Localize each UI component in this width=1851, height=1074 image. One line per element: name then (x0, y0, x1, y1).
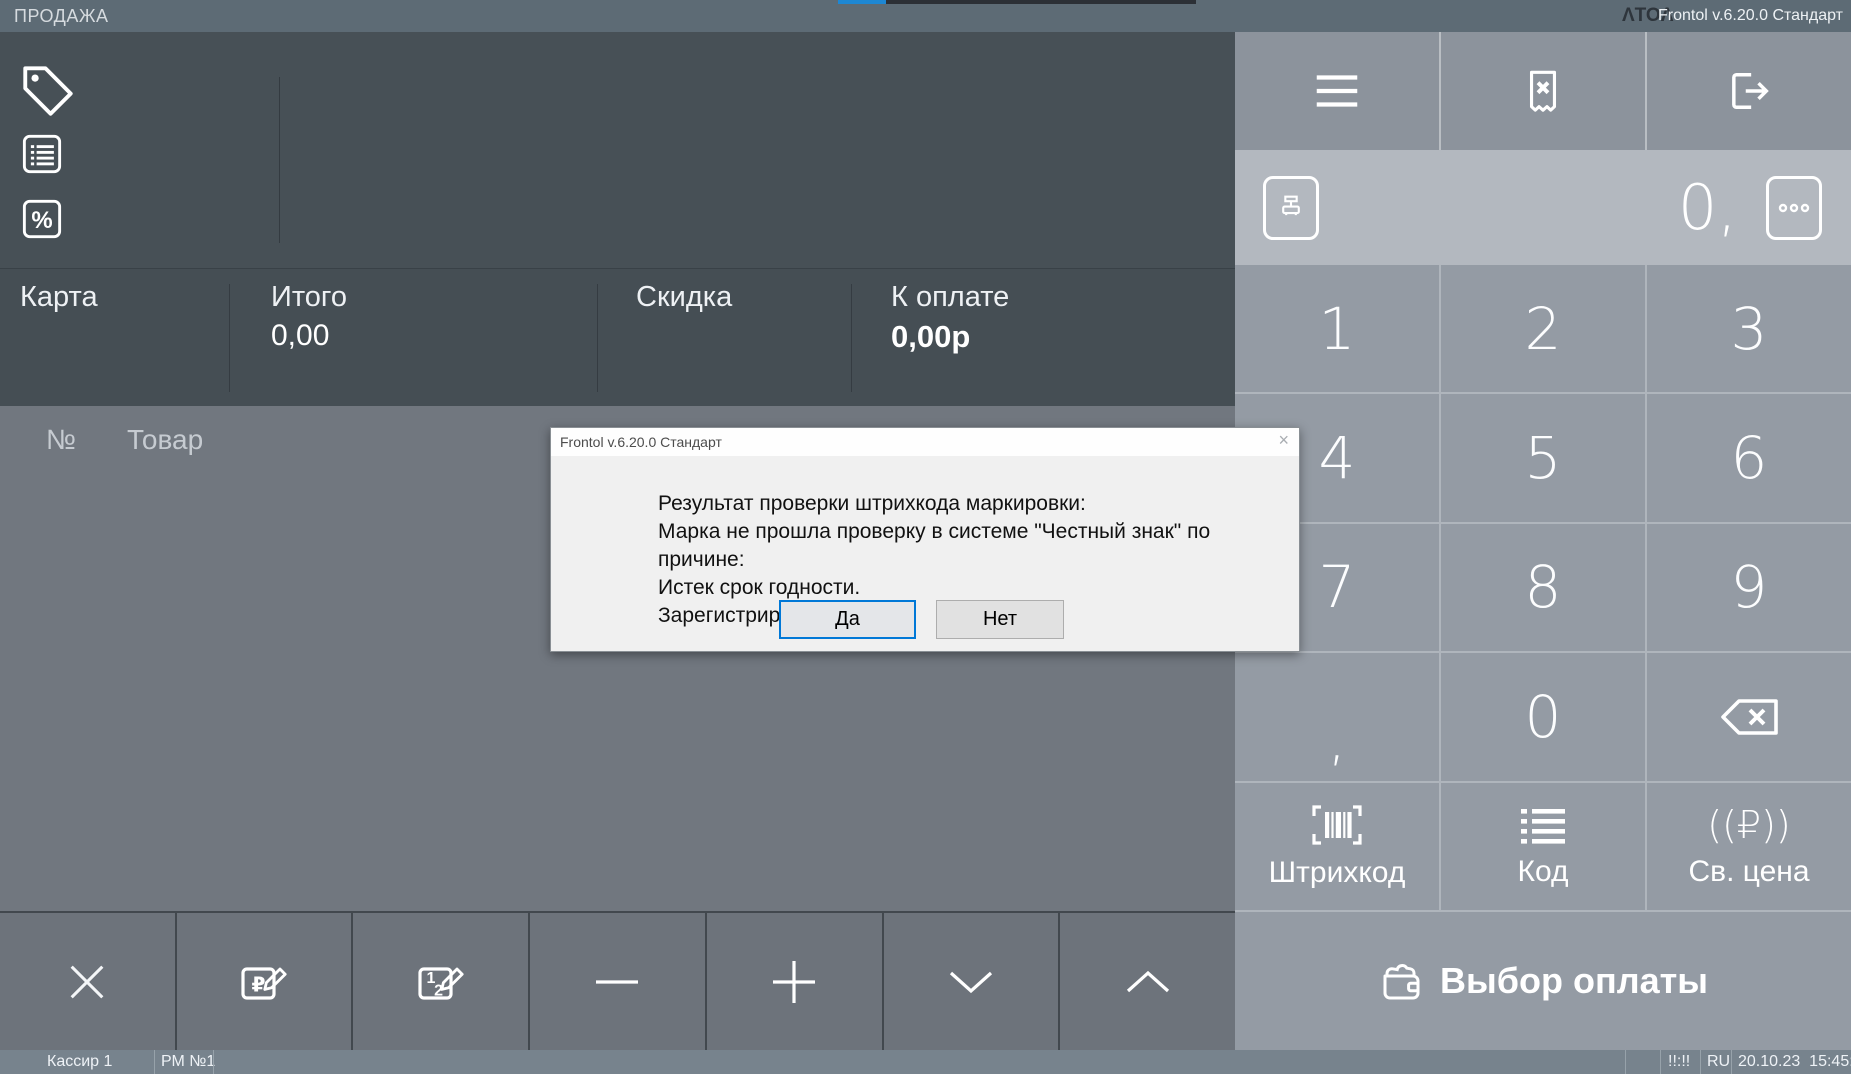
column-header-number: № (46, 424, 76, 456)
more-options-button[interactable] (1766, 176, 1822, 240)
tag-icon[interactable] (17, 60, 79, 122)
exit-button[interactable] (1647, 32, 1851, 150)
edit-price-button[interactable]: ₽ (177, 913, 352, 1050)
backspace-icon (1717, 696, 1781, 738)
minus-button[interactable] (530, 913, 705, 1050)
key-1[interactable]: 1 (1235, 265, 1439, 392)
cancel-button[interactable] (0, 913, 175, 1050)
total-label: Итого (271, 281, 347, 314)
receipt-panel-divider (279, 77, 280, 243)
key-9[interactable]: 9 (1647, 524, 1851, 651)
key-comma[interactable]: , (1235, 653, 1439, 780)
yes-button[interactable]: Да (779, 600, 916, 639)
edit-quantity-icon: 1 2 (413, 956, 469, 1008)
edit-quantity-button[interactable]: 1 2 (353, 913, 528, 1050)
key-2[interactable]: 2 (1441, 265, 1645, 392)
key-5[interactable]: 5 (1441, 394, 1645, 521)
list-doc-icon[interactable] (19, 131, 65, 177)
menu-button[interactable] (1235, 32, 1439, 150)
app-version-title: Frontol v.6.20.0 Стандарт (1658, 7, 1843, 25)
keypad-panel: 0, 1 2 3 4 5 6 7 8 9 , 0 (1235, 32, 1851, 1050)
chevron-down-icon (948, 970, 994, 994)
numeric-keypad: 1 2 3 4 5 6 7 8 9 , 0 (1235, 265, 1851, 910)
dialog-titlebar: Frontol v.6.20.0 Стандарт × (551, 428, 1299, 456)
keyboard-language: RU (1707, 1053, 1730, 1071)
close-icon[interactable]: × (1278, 430, 1289, 451)
edit-price-icon: ₽ (236, 956, 292, 1008)
scale-icon (1274, 191, 1308, 225)
plus-button[interactable] (707, 913, 882, 1050)
dialog-message-line: Марка не прошла проверку в системе "Чест… (658, 518, 1299, 574)
status-divider (1660, 1050, 1661, 1074)
minus-icon (594, 977, 640, 987)
menu-icon (1310, 68, 1364, 114)
background-window-sliver-dark (886, 0, 1196, 4)
status-divider (154, 1050, 155, 1074)
to-pay-value: 0,00р (891, 319, 970, 355)
code-key[interactable]: Код (1441, 783, 1645, 910)
wallet-icon (1378, 960, 1424, 1002)
code-key-label: Код (1517, 855, 1568, 889)
totals-info-row: Карта Итого 0,00 Скидка К оплате 0,00р (0, 268, 1235, 406)
barcode-icon (1307, 802, 1367, 848)
exit-icon (1723, 65, 1775, 117)
payment-select-button[interactable]: Выбор оплаты (1235, 910, 1851, 1050)
payment-select-label: Выбор оплаты (1440, 960, 1708, 1002)
code-list-icon (1517, 803, 1569, 847)
function-button-row: ₽ 1 2 (0, 911, 1235, 1050)
frontol-pos-window: ПРОДАЖА ΛTOΛ Frontol v.6.20.0 Стандарт (0, 0, 1851, 1074)
receipt-header-panel: % (0, 32, 1235, 268)
scroll-down-button[interactable] (884, 913, 1059, 1050)
percent-icon[interactable]: % (19, 196, 65, 242)
ellipsis-icon (1776, 198, 1812, 218)
cancel-icon (64, 959, 110, 1005)
cancel-receipt-button[interactable] (1441, 32, 1645, 150)
plus-icon (770, 958, 818, 1006)
window-titlebar: ПРОДАЖА ΛTOΛ Frontol v.6.20.0 Стандарт (0, 0, 1851, 32)
fiscal-alarm-indicator: !!:!! (1668, 1053, 1690, 1071)
info-divider (229, 284, 230, 392)
no-button[interactable]: Нет (936, 600, 1064, 639)
input-display-row: 0, (1235, 150, 1851, 265)
barcode-key-label: Штрихкод (1269, 856, 1406, 890)
status-bar: Кассир 1 РМ №1 !!:!! RU 20.10.23 15:45:5… (0, 1050, 1851, 1074)
key-6[interactable]: 6 (1647, 394, 1851, 521)
card-label: Карта (20, 281, 98, 314)
workstation-status: РМ №1 (161, 1053, 215, 1071)
info-divider (851, 284, 852, 392)
key-0[interactable]: 0 (1441, 653, 1645, 780)
scroll-up-button[interactable] (1060, 913, 1235, 1050)
status-divider (1700, 1050, 1701, 1074)
discount-label: Скидка (636, 281, 732, 314)
dialog-title: Frontol v.6.20.0 Стандарт (560, 434, 722, 450)
backspace-key[interactable] (1647, 653, 1851, 780)
status-divider (213, 1050, 214, 1074)
to-pay-label: К оплате (891, 281, 1009, 314)
free-price-icon: ((₽)) (1707, 803, 1790, 847)
key-3[interactable]: 3 (1647, 265, 1851, 392)
marking-check-dialog: Frontol v.6.20.0 Стандарт × Результат пр… (550, 427, 1300, 652)
free-price-key[interactable]: ((₽)) Св. цена (1647, 783, 1851, 910)
total-value: 0,00 (271, 319, 329, 353)
svg-text:₽: ₽ (252, 972, 266, 996)
column-header-product: Товар (127, 424, 203, 456)
chevron-up-icon (1125, 970, 1171, 994)
background-window-sliver-blue (838, 0, 886, 4)
barcode-key[interactable]: Штрихкод (1235, 783, 1439, 910)
scale-button[interactable] (1263, 176, 1319, 240)
status-divider (1731, 1050, 1732, 1074)
mode-title: ПРОДАЖА (14, 6, 108, 27)
entry-value: 0, (1678, 158, 1737, 258)
free-price-key-label: Св. цена (1688, 855, 1809, 889)
cashier-status: Кассир 1 (47, 1053, 112, 1071)
info-divider (597, 284, 598, 392)
dialog-message-line: Истек срок годности. (658, 574, 1299, 602)
svg-text:%: % (31, 207, 52, 234)
status-divider (1625, 1050, 1626, 1074)
key-8[interactable]: 8 (1441, 524, 1645, 651)
receipt-cancel-icon (1518, 66, 1568, 116)
dialog-message-line: Результат проверки штрихкода маркировки: (658, 490, 1299, 518)
datetime-status: 20.10.23 15:45:58 (1738, 1053, 1851, 1071)
top-actions-row (1235, 32, 1851, 150)
